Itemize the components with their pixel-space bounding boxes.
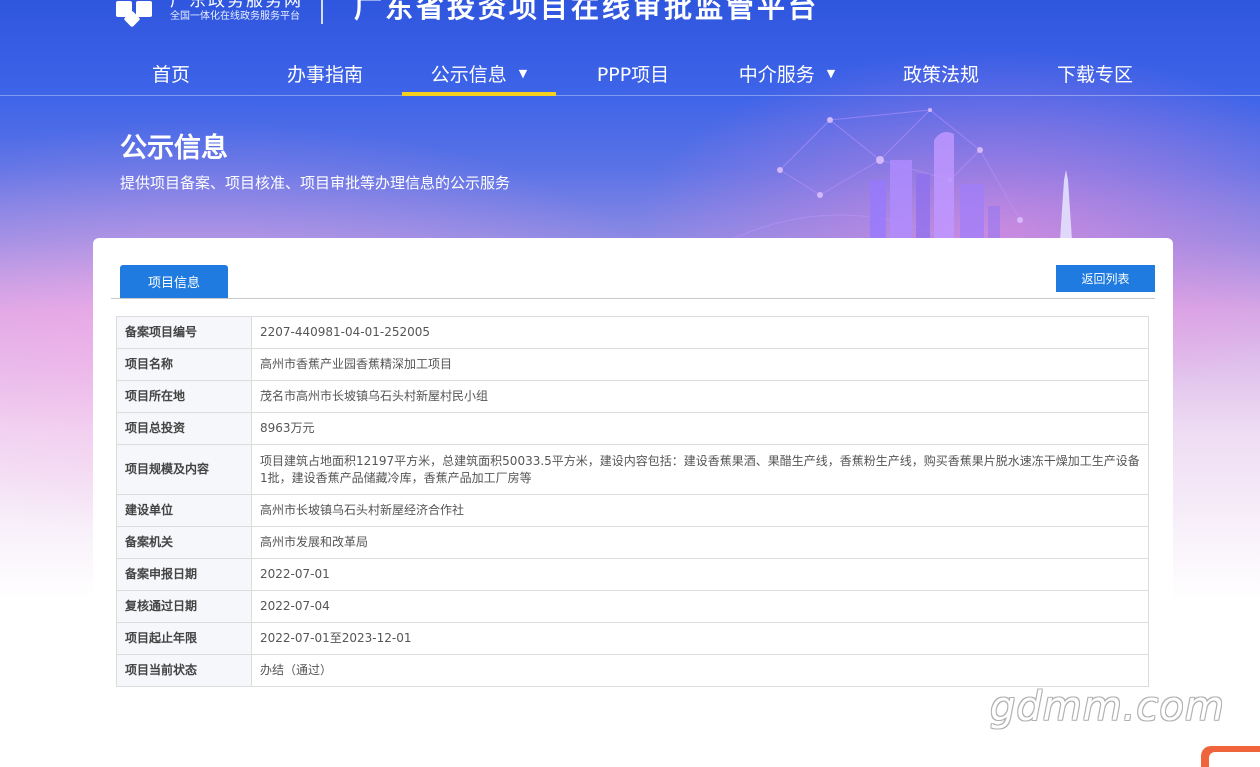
floating-side-tab[interactable] (1201, 746, 1260, 767)
portal-logo-icon (116, 0, 158, 28)
row-key: 备案申报日期 (116, 558, 252, 591)
row-value: 2022-07-01 (251, 558, 1149, 591)
row-value: 8963万元 (251, 412, 1149, 445)
table-row: 建设单位 高州市长坡镇乌石头村新屋经济合作社 (116, 494, 1149, 527)
row-value: 高州市长坡镇乌石头村新屋经济合作社 (251, 494, 1149, 527)
table-row: 项目起止年限 2022-07-01至2023-12-01 (116, 622, 1149, 655)
table-row: 复核通过日期 2022-07-04 (116, 590, 1149, 623)
row-value: 高州市香蕉产业园香蕉精深加工项目 (251, 348, 1149, 381)
nav-item-label: 政策法规 (902, 63, 979, 86)
row-key: 备案机关 (116, 526, 252, 559)
nav-item-policy[interactable]: 政策法规 (864, 50, 1018, 96)
chevron-down-icon: ▼ (518, 66, 528, 80)
row-key: 复核通过日期 (116, 590, 252, 623)
main-nav: 首页 办事指南 公示信息 ▼ PPP项目 中介服务 ▼ 政策法规 下载专区 (94, 50, 1172, 96)
project-info-table: 备案项目编号 2207-440981-04-01-252005 项目名称 高州市… (116, 316, 1149, 687)
table-row: 项目名称 高州市香蕉产业园香蕉精深加工项目 (116, 348, 1149, 381)
nav-item-guide[interactable]: 办事指南 (248, 50, 402, 96)
row-key: 项目总投资 (116, 412, 252, 445)
portal-name: 广东政务服务网 (170, 0, 303, 11)
row-key: 项目起止年限 (116, 622, 252, 655)
nav-item-home[interactable]: 首页 (94, 50, 248, 96)
row-key: 项目所在地 (116, 380, 252, 413)
site-title: 广东省投资项目在线审批监管平台 (354, 0, 820, 24)
city-skyline-illustration (729, 108, 1072, 240)
table-row: 备案项目编号 2207-440981-04-01-252005 (116, 316, 1149, 349)
row-key: 项目规模及内容 (116, 444, 252, 495)
nav-item-publicity[interactable]: 公示信息 ▼ (402, 50, 556, 96)
row-value: 项目建筑占地面积12197平方米，总建筑面积50033.5平方米，建设内容包括：… (251, 444, 1149, 495)
portal-slogan: 全国一体化在线政务服务平台 (170, 11, 300, 22)
portal-logo[interactable]: 广东政务服务网 全国一体化在线政务服务平台 (116, 0, 323, 28)
table-row: 项目当前状态 办结（通过） (116, 654, 1149, 687)
tab-project-info[interactable]: 项目信息 (120, 265, 228, 298)
row-key: 项目名称 (116, 348, 252, 381)
row-value: 2022-07-01至2023-12-01 (251, 622, 1149, 655)
table-row: 项目规模及内容 项目建筑占地面积12197平方米，总建筑面积50033.5平方米… (116, 444, 1149, 495)
nav-item-label: 下载专区 (1056, 63, 1133, 86)
back-to-list-button[interactable]: 返回列表 (1056, 265, 1155, 292)
table-row: 备案申报日期 2022-07-01 (116, 558, 1149, 591)
table-row: 项目所在地 茂名市高州市长坡镇乌石头村新屋村民小组 (116, 380, 1149, 413)
nav-item-label: PPP项目 (596, 63, 670, 86)
nav-item-label: 公示信息 (430, 63, 507, 86)
nav-item-label: 中介服务 (738, 63, 815, 86)
site-watermark: gdmm.com (990, 684, 1225, 730)
row-key: 建设单位 (116, 494, 252, 527)
row-value: 办结（通过） (251, 654, 1149, 687)
floating-side-tab-inner (1209, 752, 1260, 767)
nav-item-label: 办事指南 (286, 63, 363, 86)
nav-item-label: 首页 (151, 63, 190, 86)
table-row: 项目总投资 8963万元 (116, 412, 1149, 445)
nav-item-downloads[interactable]: 下载专区 (1018, 50, 1172, 96)
banner-subtitle: 提供项目备案、项目核准、项目审批等办理信息的公示服务 (120, 174, 511, 192)
chevron-down-icon: ▼ (826, 66, 836, 80)
table-row: 备案机关 高州市发展和改革局 (116, 526, 1149, 559)
row-key: 备案项目编号 (116, 316, 252, 349)
nav-item-agency[interactable]: 中介服务 ▼ (710, 50, 864, 96)
row-value: 高州市发展和改革局 (251, 526, 1149, 559)
row-value: 茂名市高州市长坡镇乌石头村新屋村民小组 (251, 380, 1149, 413)
row-value: 2022-07-04 (251, 590, 1149, 623)
row-key: 项目当前状态 (116, 654, 252, 687)
nav-item-ppp[interactable]: PPP项目 (556, 50, 710, 96)
logo-divider (321, 0, 323, 24)
banner-title: 公示信息 (120, 133, 228, 164)
tab-divider (111, 298, 1155, 299)
row-value: 2207-440981-04-01-252005 (251, 316, 1149, 349)
